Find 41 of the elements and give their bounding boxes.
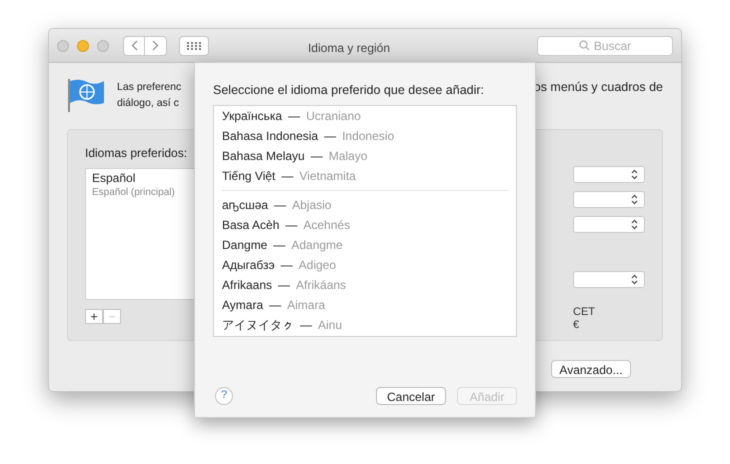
language-option[interactable]: Dangme — Adangme xyxy=(222,234,508,255)
flag-icon xyxy=(67,77,105,113)
region-text: CET xyxy=(573,306,596,319)
language-option[interactable]: Bahasa Melayu — Malayo xyxy=(222,146,508,166)
description-text: diálogo, así c xyxy=(117,96,180,111)
popup-menu[interactable] xyxy=(573,271,645,288)
advanced-button[interactable]: Avanzado... xyxy=(551,360,631,378)
popup-menu[interactable] xyxy=(573,166,645,183)
help-button[interactable]: ? xyxy=(215,386,233,405)
language-option[interactable]: Українська — Ucraniano xyxy=(222,106,508,126)
language-option[interactable]: Bahasa Indonesia — Indonesio xyxy=(222,126,508,146)
language-option[interactable]: Basa Acèh — Acehnés xyxy=(222,214,508,235)
popup-menu[interactable] xyxy=(573,191,645,208)
back-button[interactable] xyxy=(123,36,145,56)
popup-menu[interactable] xyxy=(573,216,645,233)
language-option[interactable]: Адыгабзэ — Adigeo xyxy=(222,254,508,275)
close-button[interactable] xyxy=(57,40,69,52)
search-icon xyxy=(578,40,590,51)
cancel-button[interactable]: Cancelar xyxy=(376,386,446,405)
language-option[interactable]: Tiếng Việt — Vietnamita xyxy=(222,166,508,186)
sheet-prompt: Seleccione el idioma preferido que desee añadir: xyxy=(213,82,486,99)
language-option[interactable]: аҧсшәа — Abjasio xyxy=(222,194,508,215)
minimize-button[interactable] xyxy=(77,40,89,52)
description-text: Las preferenc xyxy=(117,80,182,95)
popup-arrows-icon xyxy=(631,194,638,205)
language-option[interactable]: Aymara — Aimara xyxy=(222,294,508,315)
section-label: Idiomas preferidos: xyxy=(85,145,188,162)
add-button[interactable]: + xyxy=(85,309,103,324)
region-text: € xyxy=(573,319,580,332)
popup-arrows-icon xyxy=(631,169,638,180)
window-title: Idioma y región xyxy=(306,40,392,57)
chevron-left-icon xyxy=(130,40,138,51)
language-option[interactable]: Afrikaans — Afrikáans xyxy=(222,274,508,295)
language-option[interactable]: アイヌイタㇰ — Ainu xyxy=(222,314,508,335)
show-all-button[interactable] xyxy=(179,36,209,56)
forward-button[interactable] xyxy=(145,36,167,56)
grid-icon xyxy=(187,42,201,50)
chevron-right-icon xyxy=(152,40,159,51)
popup-arrows-icon xyxy=(631,274,638,285)
popup-arrows-icon xyxy=(631,219,638,230)
zoom-button[interactable] xyxy=(97,40,109,52)
